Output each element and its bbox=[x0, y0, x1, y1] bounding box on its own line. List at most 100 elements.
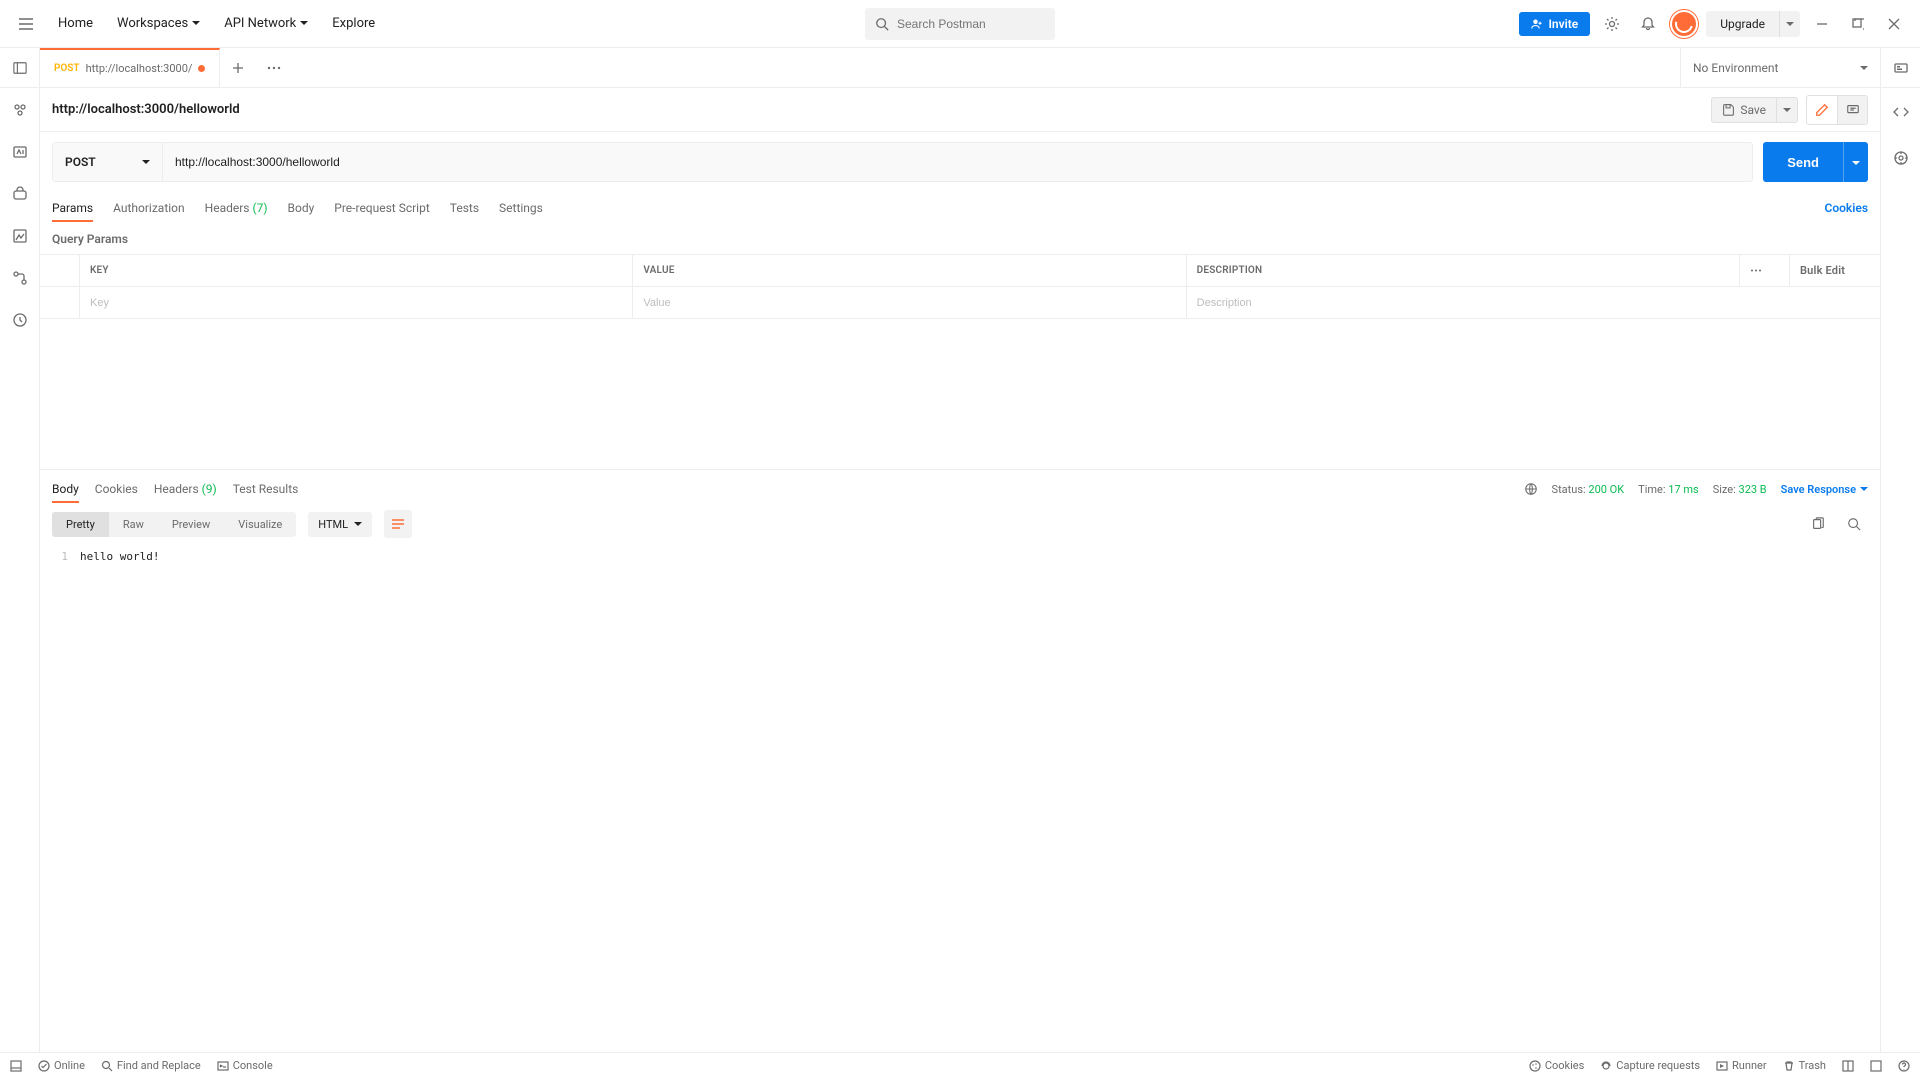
response-tab-headers[interactable]: Headers (9) bbox=[154, 476, 217, 502]
chevron-down-icon bbox=[1786, 17, 1794, 31]
save-dropdown[interactable] bbox=[1777, 97, 1798, 123]
view-visualize[interactable]: Visualize bbox=[224, 512, 296, 537]
tab-authorization[interactable]: Authorization bbox=[113, 195, 185, 221]
time-label: Time: 17 ms bbox=[1638, 483, 1699, 496]
history-icon bbox=[12, 312, 28, 328]
invite-icon bbox=[1531, 18, 1543, 30]
footer-trash-label: Trash bbox=[1799, 1059, 1826, 1072]
nav-home[interactable]: Home bbox=[48, 10, 103, 37]
tab-options[interactable] bbox=[256, 48, 292, 87]
url-input[interactable] bbox=[163, 143, 1752, 181]
nav-explore[interactable]: Explore bbox=[322, 10, 385, 37]
window-close[interactable] bbox=[1880, 10, 1908, 38]
table-options[interactable] bbox=[1740, 255, 1790, 286]
mock-servers-nav[interactable] bbox=[8, 224, 32, 248]
row-checkbox-cell[interactable] bbox=[40, 287, 80, 318]
tab-body[interactable]: Body bbox=[288, 195, 315, 221]
save-button[interactable]: Save bbox=[1711, 97, 1777, 123]
request-tab[interactable]: POST http://localhost:3000/ bbox=[40, 48, 220, 87]
footer-layout-2[interactable] bbox=[1870, 1059, 1882, 1072]
upgrade-button[interactable]: Upgrade bbox=[1706, 11, 1779, 37]
new-tab-button[interactable] bbox=[220, 48, 256, 87]
footer-layout-1[interactable] bbox=[1842, 1059, 1854, 1072]
search-response-button[interactable] bbox=[1840, 510, 1868, 538]
footer-console[interactable]: Console bbox=[217, 1059, 273, 1072]
window-maximize[interactable] bbox=[1844, 10, 1872, 38]
response-tab-body[interactable]: Body bbox=[52, 476, 79, 502]
sidebar-toggle[interactable] bbox=[0, 48, 40, 87]
footer-help[interactable] bbox=[1898, 1059, 1910, 1072]
footer-cookies[interactable]: Cookies bbox=[1529, 1059, 1584, 1072]
method-label: POST bbox=[65, 155, 96, 169]
view-raw[interactable]: Raw bbox=[109, 512, 158, 537]
documentation-panel[interactable] bbox=[1887, 98, 1915, 126]
global-search[interactable] bbox=[865, 8, 1055, 40]
footer-capture[interactable]: Capture requests bbox=[1600, 1059, 1700, 1072]
chevron-down-icon bbox=[1860, 61, 1868, 75]
language-selector[interactable]: HTML bbox=[308, 512, 372, 537]
search-icon bbox=[875, 17, 889, 31]
notifications-button[interactable] bbox=[1634, 10, 1662, 38]
environment-quicklook[interactable] bbox=[1880, 48, 1920, 87]
apis-nav[interactable] bbox=[8, 140, 32, 164]
response-tab-tests[interactable]: Test Results bbox=[233, 476, 299, 502]
window-minimize[interactable] bbox=[1808, 10, 1836, 38]
history-nav[interactable] bbox=[8, 308, 32, 332]
response-tests-label: Test Results bbox=[233, 482, 299, 496]
tab-params[interactable]: Params bbox=[52, 195, 93, 221]
send-button[interactable]: Send bbox=[1763, 142, 1843, 182]
view-pretty[interactable]: Pretty bbox=[52, 512, 109, 537]
global-search-input[interactable] bbox=[897, 17, 1045, 31]
description-column-header: DESCRIPTION bbox=[1187, 255, 1740, 286]
comment-button[interactable] bbox=[1837, 96, 1867, 124]
key-input[interactable] bbox=[90, 297, 622, 309]
invite-button[interactable]: Invite bbox=[1519, 12, 1590, 36]
bulk-edit-button[interactable]: Bulk Edit bbox=[1790, 255, 1880, 286]
value-input[interactable] bbox=[643, 297, 1175, 309]
tab-headers[interactable]: Headers (7) bbox=[205, 195, 268, 221]
user-avatar[interactable] bbox=[1670, 10, 1698, 38]
footer-runner[interactable]: Runner bbox=[1716, 1059, 1767, 1072]
save-response-button[interactable]: Save Response bbox=[1781, 483, 1868, 496]
footer-online[interactable]: Online bbox=[38, 1059, 85, 1072]
collections-nav[interactable] bbox=[8, 98, 32, 122]
footer-find-replace[interactable]: Find and Replace bbox=[101, 1059, 201, 1072]
footer-trash[interactable]: Trash bbox=[1783, 1059, 1826, 1072]
tab-settings[interactable]: Settings bbox=[499, 195, 543, 221]
nav-api-network[interactable]: API Network bbox=[214, 10, 318, 37]
environments-nav[interactable] bbox=[8, 182, 32, 206]
method-selector[interactable]: POST bbox=[53, 143, 163, 181]
chevron-down-icon bbox=[1860, 483, 1868, 496]
request-name[interactable]: http://localhost:3000/helloworld bbox=[52, 102, 240, 117]
share-button[interactable] bbox=[1807, 96, 1837, 124]
tab-prerequest[interactable]: Pre-request Script bbox=[334, 195, 429, 221]
settings-button[interactable] bbox=[1598, 10, 1626, 38]
panel-icon bbox=[10, 1060, 22, 1072]
nav-workspaces[interactable]: Workspaces bbox=[107, 10, 210, 37]
response-tab-cookies[interactable]: Cookies bbox=[95, 476, 138, 502]
network-icon[interactable] bbox=[1524, 482, 1538, 496]
copy-response-button[interactable] bbox=[1804, 510, 1832, 538]
copy-icon bbox=[1811, 517, 1825, 531]
tab-tests[interactable]: Tests bbox=[450, 195, 479, 221]
chevron-down-icon bbox=[300, 16, 308, 31]
sidebar-icon bbox=[13, 61, 27, 75]
upgrade-dropdown[interactable] bbox=[1779, 11, 1800, 37]
help-icon bbox=[1898, 1060, 1910, 1072]
send-dropdown[interactable] bbox=[1843, 142, 1868, 182]
environment-label: No Environment bbox=[1693, 61, 1778, 75]
monitors-nav[interactable] bbox=[8, 266, 32, 290]
cookies-link[interactable]: Cookies bbox=[1824, 201, 1868, 215]
hamburger-menu-icon[interactable] bbox=[12, 10, 40, 38]
view-preview[interactable]: Preview bbox=[158, 512, 224, 537]
wrap-lines-button[interactable] bbox=[384, 510, 412, 538]
info-icon bbox=[1893, 150, 1909, 166]
tab-auth-label: Authorization bbox=[113, 201, 185, 215]
info-panel[interactable] bbox=[1887, 144, 1915, 172]
wrap-icon bbox=[391, 518, 405, 530]
environment-selector[interactable]: No Environment bbox=[1680, 48, 1880, 87]
description-input[interactable] bbox=[1197, 297, 1870, 309]
footer-panel-toggle[interactable] bbox=[10, 1060, 22, 1072]
tab-body-label: Body bbox=[288, 201, 315, 215]
response-body[interactable]: 1 hello world! bbox=[40, 546, 1880, 1052]
